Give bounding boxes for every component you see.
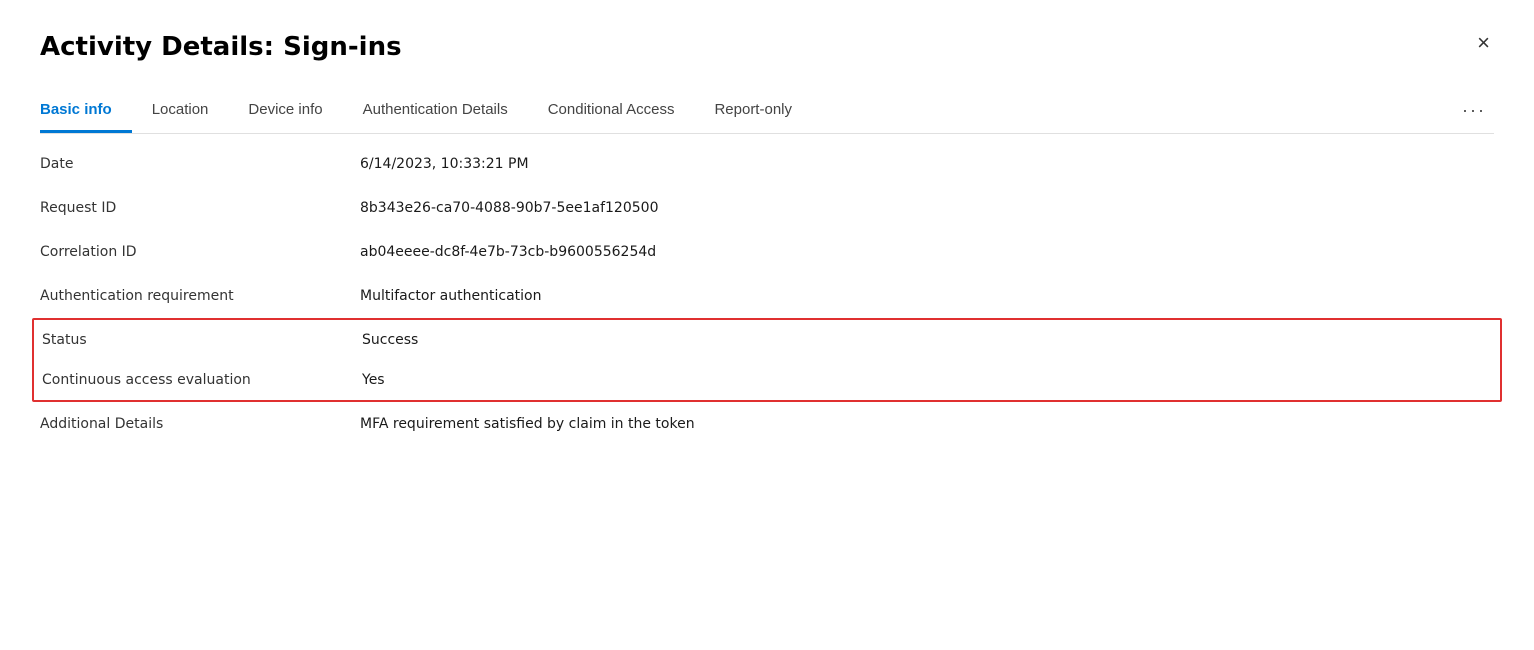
row-value-request-id: 8b343e26-ca70-4088-90b7-5ee1af120500: [360, 200, 658, 216]
row-status: StatusSuccess: [42, 320, 1492, 360]
row-label-additional-details: Additional Details: [40, 416, 360, 432]
row-label-request-id: Request ID: [40, 200, 360, 216]
row-auth-requirement: Authentication requirementMultifactor au…: [40, 274, 1494, 318]
row-date: Date6/14/2023, 10:33:21 PM: [40, 142, 1494, 186]
row-value-correlation-id: ab04eeee-dc8f-4e7b-73cb-b9600556254d: [360, 244, 656, 260]
dialog-title: Activity Details: Sign-ins: [40, 32, 1494, 62]
highlight-box: StatusSuccessContinuous access evaluatio…: [32, 318, 1502, 402]
row-value-auth-requirement: Multifactor authentication: [360, 288, 541, 304]
activity-details-dialog: Activity Details: Sign-ins × Basic infoL…: [0, 0, 1534, 650]
tab-bar: Basic infoLocationDevice infoAuthenticat…: [40, 90, 1494, 134]
row-value-additional-details: MFA requirement satisfied by claim in th…: [360, 416, 695, 432]
row-correlation-id: Correlation IDab04eeee-dc8f-4e7b-73cb-b9…: [40, 230, 1494, 274]
row-label-date: Date: [40, 156, 360, 172]
tab-device-info[interactable]: Device info: [228, 91, 342, 133]
tab-authentication-details[interactable]: Authentication Details: [343, 91, 528, 133]
row-value-date: 6/14/2023, 10:33:21 PM: [360, 156, 529, 172]
row-label-continuous-access: Continuous access evaluation: [42, 372, 362, 388]
tab-content: Date6/14/2023, 10:33:21 PMRequest ID8b34…: [40, 134, 1494, 446]
row-label-status: Status: [42, 332, 362, 348]
row-value-continuous-access: Yes: [362, 372, 385, 388]
row-request-id: Request ID8b343e26-ca70-4088-90b7-5ee1af…: [40, 186, 1494, 230]
row-additional-details: Additional DetailsMFA requirement satisf…: [40, 402, 1494, 446]
row-continuous-access: Continuous access evaluationYes: [42, 360, 1492, 400]
tab-basic-info[interactable]: Basic info: [40, 91, 132, 133]
row-label-auth-requirement: Authentication requirement: [40, 288, 360, 304]
tab-conditional-access[interactable]: Conditional Access: [528, 91, 695, 133]
tab-location[interactable]: Location: [132, 91, 229, 133]
tabs-more-button[interactable]: ···: [1454, 90, 1494, 133]
row-value-status: Success: [362, 332, 418, 348]
tab-report-only[interactable]: Report-only: [694, 91, 812, 133]
row-label-correlation-id: Correlation ID: [40, 244, 360, 260]
close-button[interactable]: ×: [1469, 28, 1498, 58]
